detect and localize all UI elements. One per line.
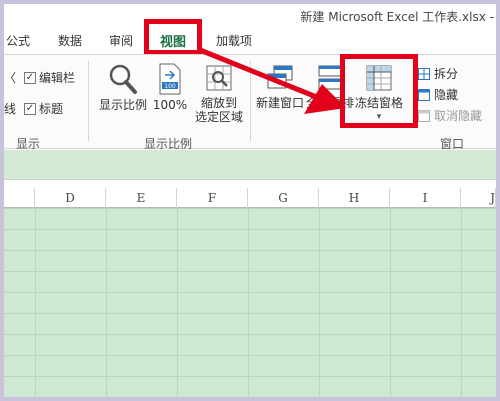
zoom-selection-label-1: 缩放到 — [200, 96, 237, 110]
zoom-label: 显示比例 — [98, 98, 147, 112]
gridlines-partial[interactable]: 格线 — [4, 100, 16, 117]
formula-bar-label: 编辑栏 — [39, 71, 76, 85]
ribbon-tabs: 公式 数据 审阅 加载项 — [4, 28, 496, 54]
new-window-label: 新建窗口 — [255, 96, 304, 110]
tab-review[interactable]: 审阅 — [109, 32, 133, 49]
tab-view[interactable]: 视图 — [144, 19, 202, 55]
svg-text:100: 100 — [164, 83, 176, 90]
gridlines-label-partial: 格线 — [4, 102, 17, 116]
new-window-button[interactable]: 新建窗口 — [254, 63, 306, 110]
tab-data[interactable]: 数据 — [58, 32, 82, 49]
headings-label: 标题 — [39, 102, 64, 116]
column-header-h[interactable]: H — [319, 188, 390, 208]
ribbon: 〈 ✓ 编辑栏 格线 ✓ 标题 显示 显示比例 1 — [4, 54, 496, 151]
tab-view-label: 视图 — [159, 35, 186, 50]
zoom-100-icon: 100 — [159, 63, 181, 95]
freeze-panes-highlight — [340, 54, 418, 128]
column-header-e[interactable]: E — [106, 188, 177, 208]
magnifier-icon — [109, 64, 137, 94]
cell-grid[interactable] — [4, 208, 496, 397]
zoom-selection-label-2: 选定区域 — [194, 110, 243, 124]
column-header-f[interactable]: F — [177, 188, 248, 208]
split-label: 拆分 — [434, 67, 459, 81]
headings-checkbox[interactable]: ✓ 标题 — [24, 100, 63, 117]
tab-formulas[interactable]: 公式 — [6, 32, 30, 49]
column-header-partial[interactable] — [4, 188, 35, 208]
new-window-icon — [267, 65, 293, 89]
tab-add-ins[interactable]: 加载项 — [216, 32, 252, 49]
zoom-to-selection-button[interactable]: 缩放到 选定区域 — [192, 63, 246, 124]
column-header-d[interactable]: D — [35, 188, 106, 208]
divider-strip — [4, 180, 496, 188]
group-divider — [250, 61, 251, 141]
unhide-icon — [418, 109, 430, 122]
unhide-button: 取消隐藏 — [418, 107, 482, 124]
column-header-i[interactable]: I — [390, 188, 461, 208]
unhide-label: 取消隐藏 — [434, 109, 483, 123]
window-title: 新建 Microsoft Excel 工作表.xlsx - — [300, 10, 494, 24]
zoom-button[interactable]: 显示比例 — [96, 63, 150, 112]
split-icon — [418, 67, 430, 80]
hide-label: 隐藏 — [434, 88, 459, 102]
zoom-100-button[interactable]: 100 100% — [152, 63, 188, 112]
excel-window: 新建 Microsoft Excel 工作表.xlsx - 公式 数据 审阅 加… — [4, 4, 496, 397]
hide-icon — [418, 88, 430, 101]
column-header-g[interactable]: G — [248, 188, 319, 208]
formula-bar-checkbox[interactable]: ✓ 编辑栏 — [24, 69, 75, 86]
formula-bar[interactable] — [4, 150, 496, 180]
hide-button[interactable]: 隐藏 — [418, 86, 458, 103]
zoom-selection-icon — [206, 65, 232, 91]
show-partial-top: 〈 — [4, 71, 17, 85]
column-headers: D E F G H I J — [4, 188, 496, 208]
title-bar: 新建 Microsoft Excel 工作表.xlsx - — [4, 4, 496, 28]
zoom-100-label: 100% — [152, 98, 188, 112]
checkbox-formula-bar[interactable]: ✓ — [24, 71, 36, 84]
group-divider — [88, 61, 89, 141]
checkbox-headings[interactable]: ✓ — [24, 102, 36, 115]
column-header-j[interactable]: J — [461, 188, 496, 208]
split-button[interactable]: 拆分 — [418, 65, 458, 82]
